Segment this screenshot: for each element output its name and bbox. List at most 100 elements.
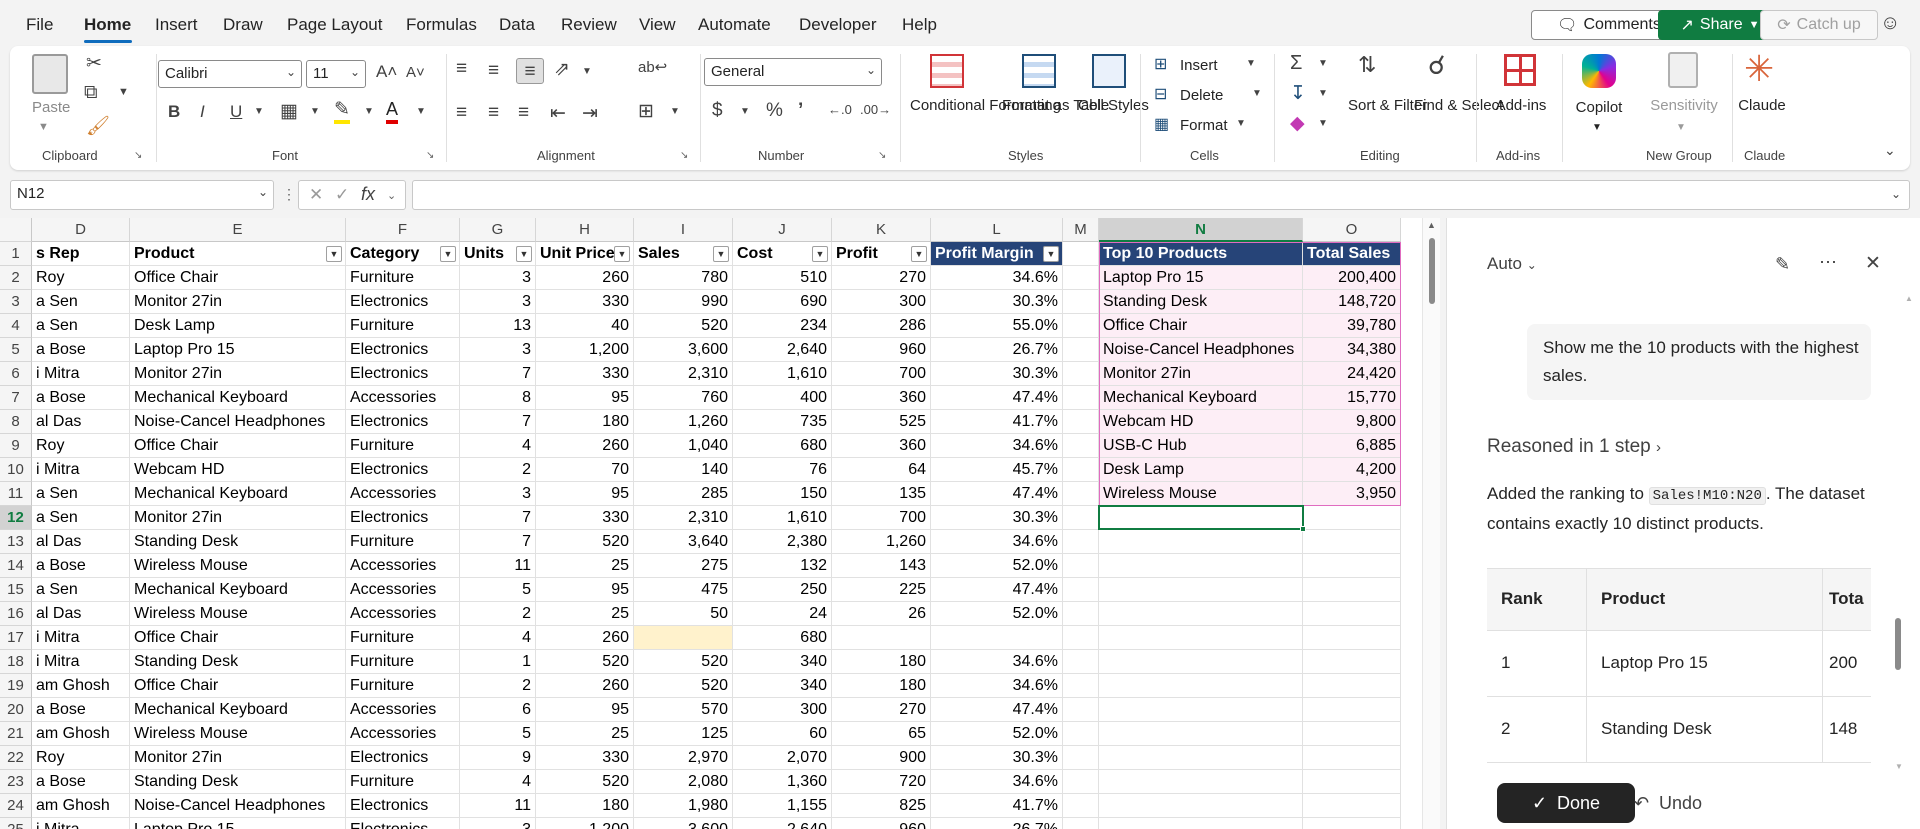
table-cell[interactable]: am Ghosh [32, 674, 130, 698]
table-cell[interactable]: 900 [832, 746, 931, 770]
copilot-icon[interactable] [1582, 54, 1616, 88]
row-header[interactable]: 1 [0, 242, 32, 266]
column-header-l[interactable]: L [931, 218, 1063, 242]
table-cell[interactable]: 125 [634, 722, 733, 746]
row-header[interactable]: 12 [0, 506, 32, 530]
find-select-button[interactable]: Find & Select [1414, 96, 1503, 115]
table-cell[interactable]: 780 [634, 266, 733, 290]
top10-product-cell[interactable]: Mechanical Keyboard [1099, 386, 1303, 410]
table-cell[interactable]: Electronics [346, 338, 460, 362]
top10-sales-cell[interactable]: 15,770 [1303, 386, 1401, 410]
table-cell[interactable]: Roy [32, 266, 130, 290]
table-cell[interactable]: a Bose [32, 338, 130, 362]
cell[interactable] [1099, 674, 1303, 698]
table-cell[interactable]: Standing Desk [130, 770, 346, 794]
mode-dropdown[interactable]: Auto ⌄ [1487, 254, 1537, 274]
table-cell[interactable]: Roy [32, 434, 130, 458]
table-cell[interactable]: 300 [832, 290, 931, 314]
top10-sales-cell[interactable]: 148,720 [1303, 290, 1401, 314]
top10-product-cell[interactable]: Webcam HD [1099, 410, 1303, 434]
top10-sales-cell[interactable]: 200,400 [1303, 266, 1401, 290]
formula-input[interactable]: ⌄ [412, 180, 1910, 210]
column-header-cell[interactable]: s Rep [32, 242, 130, 266]
table-cell[interactable]: al Das [32, 530, 130, 554]
cell[interactable] [1303, 794, 1401, 818]
table-cell[interactable]: 5 [460, 722, 536, 746]
table-cell[interactable]: 6 [460, 698, 536, 722]
table-cell[interactable]: 330 [536, 362, 634, 386]
table-cell[interactable]: Furniture [346, 650, 460, 674]
table-cell[interactable]: 1,260 [832, 530, 931, 554]
increase-indent-icon[interactable]: ⇥ [582, 102, 598, 125]
table-cell[interactable]: 143 [832, 554, 931, 578]
column-header-cell[interactable]: Category ▼ [346, 242, 460, 266]
top10-sales-cell[interactable]: 9,800 [1303, 410, 1401, 434]
table-cell[interactable]: Noise-Cancel Headphones [130, 794, 346, 818]
align-middle-icon[interactable]: ≡ [488, 60, 499, 82]
cell[interactable] [1303, 602, 1401, 626]
chevron-down-icon[interactable]: ▼ [38, 118, 49, 137]
table-cell[interactable]: 1,200 [536, 818, 634, 829]
table-cell[interactable]: a Bose [32, 698, 130, 722]
table-cell[interactable]: Monitor 27in [130, 290, 346, 314]
table-cell[interactable]: 34.6% [931, 266, 1063, 290]
cell[interactable] [1063, 746, 1099, 770]
table-cell[interactable]: 720 [832, 770, 931, 794]
column-header-i[interactable]: I [634, 218, 733, 242]
find-select-icon[interactable]: ☌ [1428, 50, 1445, 81]
table-cell[interactable]: am Ghosh [32, 722, 130, 746]
percent-icon[interactable]: % [766, 100, 783, 122]
column-header-f[interactable]: F [346, 218, 460, 242]
increase-decimal-icon[interactable]: ←.0 [828, 102, 852, 117]
table-cell[interactable]: Laptop Pro 15 [130, 818, 346, 829]
cell[interactable] [1063, 242, 1099, 266]
table-cell[interactable]: 1,610 [733, 506, 832, 530]
table-cell[interactable]: 3,600 [634, 338, 733, 362]
cell[interactable] [1303, 578, 1401, 602]
table-cell[interactable]: 1,260 [634, 410, 733, 434]
table-cell[interactable]: 3 [460, 290, 536, 314]
chevron-down-icon[interactable]: ▼ [1592, 118, 1602, 137]
table-cell[interactable]: Accessories [346, 386, 460, 410]
table-cell[interactable]: 2 [460, 674, 536, 698]
chevron-down-icon[interactable]: ▼ [1246, 58, 1256, 69]
table-cell[interactable]: Office Chair [130, 674, 346, 698]
table-cell[interactable]: 132 [733, 554, 832, 578]
table-cell[interactable]: 1,360 [733, 770, 832, 794]
row-header[interactable]: 8 [0, 410, 32, 434]
table-cell[interactable]: 260 [536, 626, 634, 650]
table-cell[interactable]: 52.0% [931, 602, 1063, 626]
cancel-icon[interactable]: ✕ [309, 185, 323, 205]
table-cell[interactable]: a Bose [32, 386, 130, 410]
table-cell[interactable]: 25 [536, 602, 634, 626]
table-cell[interactable]: 95 [536, 698, 634, 722]
table-cell[interactable]: 234 [733, 314, 832, 338]
table-cell[interactable]: 520 [536, 530, 634, 554]
table-cell[interactable]: 30.3% [931, 290, 1063, 314]
table-cell[interactable]: 25 [536, 554, 634, 578]
table-cell[interactable]: Electronics [346, 506, 460, 530]
scroll-up-icon[interactable]: ▲ [1905, 294, 1913, 303]
cell-styles-icon[interactable] [1092, 54, 1126, 88]
cell[interactable] [1099, 530, 1303, 554]
table-cell[interactable]: 30.3% [931, 506, 1063, 530]
table-cell[interactable]: 360 [832, 386, 931, 410]
cell[interactable] [1063, 578, 1099, 602]
underline-icon[interactable]: U [230, 102, 242, 122]
table-cell[interactable]: 47.4% [931, 386, 1063, 410]
cell[interactable] [1099, 626, 1303, 650]
table-cell[interactable]: Accessories [346, 698, 460, 722]
tab-page-layout[interactable]: Page Layout [287, 15, 382, 35]
table-cell[interactable]: 40 [536, 314, 634, 338]
table-cell[interactable]: Desk Lamp [130, 314, 346, 338]
borders-icon[interactable]: ▦ [280, 100, 298, 123]
table-cell[interactable]: 180 [832, 650, 931, 674]
table-cell[interactable]: 13 [460, 314, 536, 338]
filter-dropdown-icon[interactable]: ▼ [326, 246, 342, 262]
table-cell[interactable]: Monitor 27in [130, 506, 346, 530]
table-cell[interactable]: 286 [832, 314, 931, 338]
table-cell[interactable]: 475 [634, 578, 733, 602]
row-header[interactable]: 6 [0, 362, 32, 386]
table-cell[interactable]: 2,380 [733, 530, 832, 554]
filter-dropdown-icon[interactable]: ▼ [1043, 246, 1059, 262]
